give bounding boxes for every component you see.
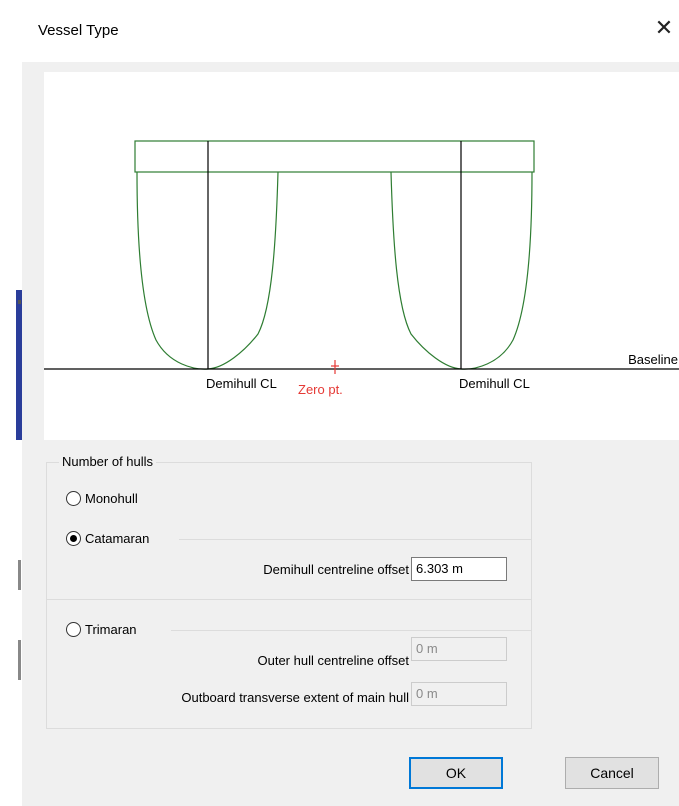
trimaran-radio[interactable]: Trimaran xyxy=(66,622,137,637)
vessel-type-dialog: Vessel Type ✕ Baseline Demihull CL Zero … xyxy=(22,0,679,806)
trimaran-label: Trimaran xyxy=(85,622,137,637)
section-separator xyxy=(47,599,531,600)
dialog-title: Vessel Type xyxy=(38,22,119,39)
outer-hull-offset-label: Outer hull centreline offset xyxy=(257,653,409,668)
trimaran-separator xyxy=(171,630,531,631)
right-demihull-label: Demihull CL xyxy=(459,376,530,391)
monohull-label: Monohull xyxy=(85,491,138,506)
deck-outline xyxy=(134,140,535,173)
outer-hull-offset-input[interactable]: 0 m xyxy=(411,637,507,661)
hull-preview-drawing: Baseline Demihull CL Zero pt. Demihull C… xyxy=(44,140,679,397)
catamaran-radio[interactable]: Catamaran xyxy=(66,531,149,546)
background-mark xyxy=(18,300,21,304)
ok-button[interactable]: OK xyxy=(409,757,503,789)
catamaran-label: Catamaran xyxy=(85,531,150,546)
cancel-button[interactable]: Cancel xyxy=(565,757,659,789)
radio-circle xyxy=(66,491,81,506)
number-of-hulls-group: Number of hulls Monohull Catamaran Demih… xyxy=(46,454,532,729)
title-bar: Vessel Type ✕ xyxy=(22,0,679,62)
hull-preview: Baseline Demihull CL Zero pt. Demihull C… xyxy=(44,72,679,440)
zero-point-label: Zero pt. xyxy=(298,382,343,397)
radio-circle xyxy=(66,622,81,637)
baseline-label: Baseline xyxy=(628,352,678,367)
demihull-offset-input[interactable]: 6.303 m xyxy=(411,557,507,581)
background-mark xyxy=(18,640,21,680)
group-label: Number of hulls xyxy=(59,454,157,469)
background-mark xyxy=(18,560,21,590)
close-button[interactable]: ✕ xyxy=(649,12,679,44)
monohull-radio[interactable]: Monohull xyxy=(66,491,138,506)
background-window-edge xyxy=(0,0,23,806)
catamaran-separator xyxy=(179,539,531,540)
outboard-extent-label: Outboard transverse extent of main hull xyxy=(181,690,409,705)
radio-circle-selected xyxy=(66,531,81,546)
left-demihull-label: Demihull CL xyxy=(206,376,277,391)
outboard-extent-input[interactable]: 0 m xyxy=(411,682,507,706)
demihull-offset-label: Demihull centreline offset xyxy=(263,562,409,577)
